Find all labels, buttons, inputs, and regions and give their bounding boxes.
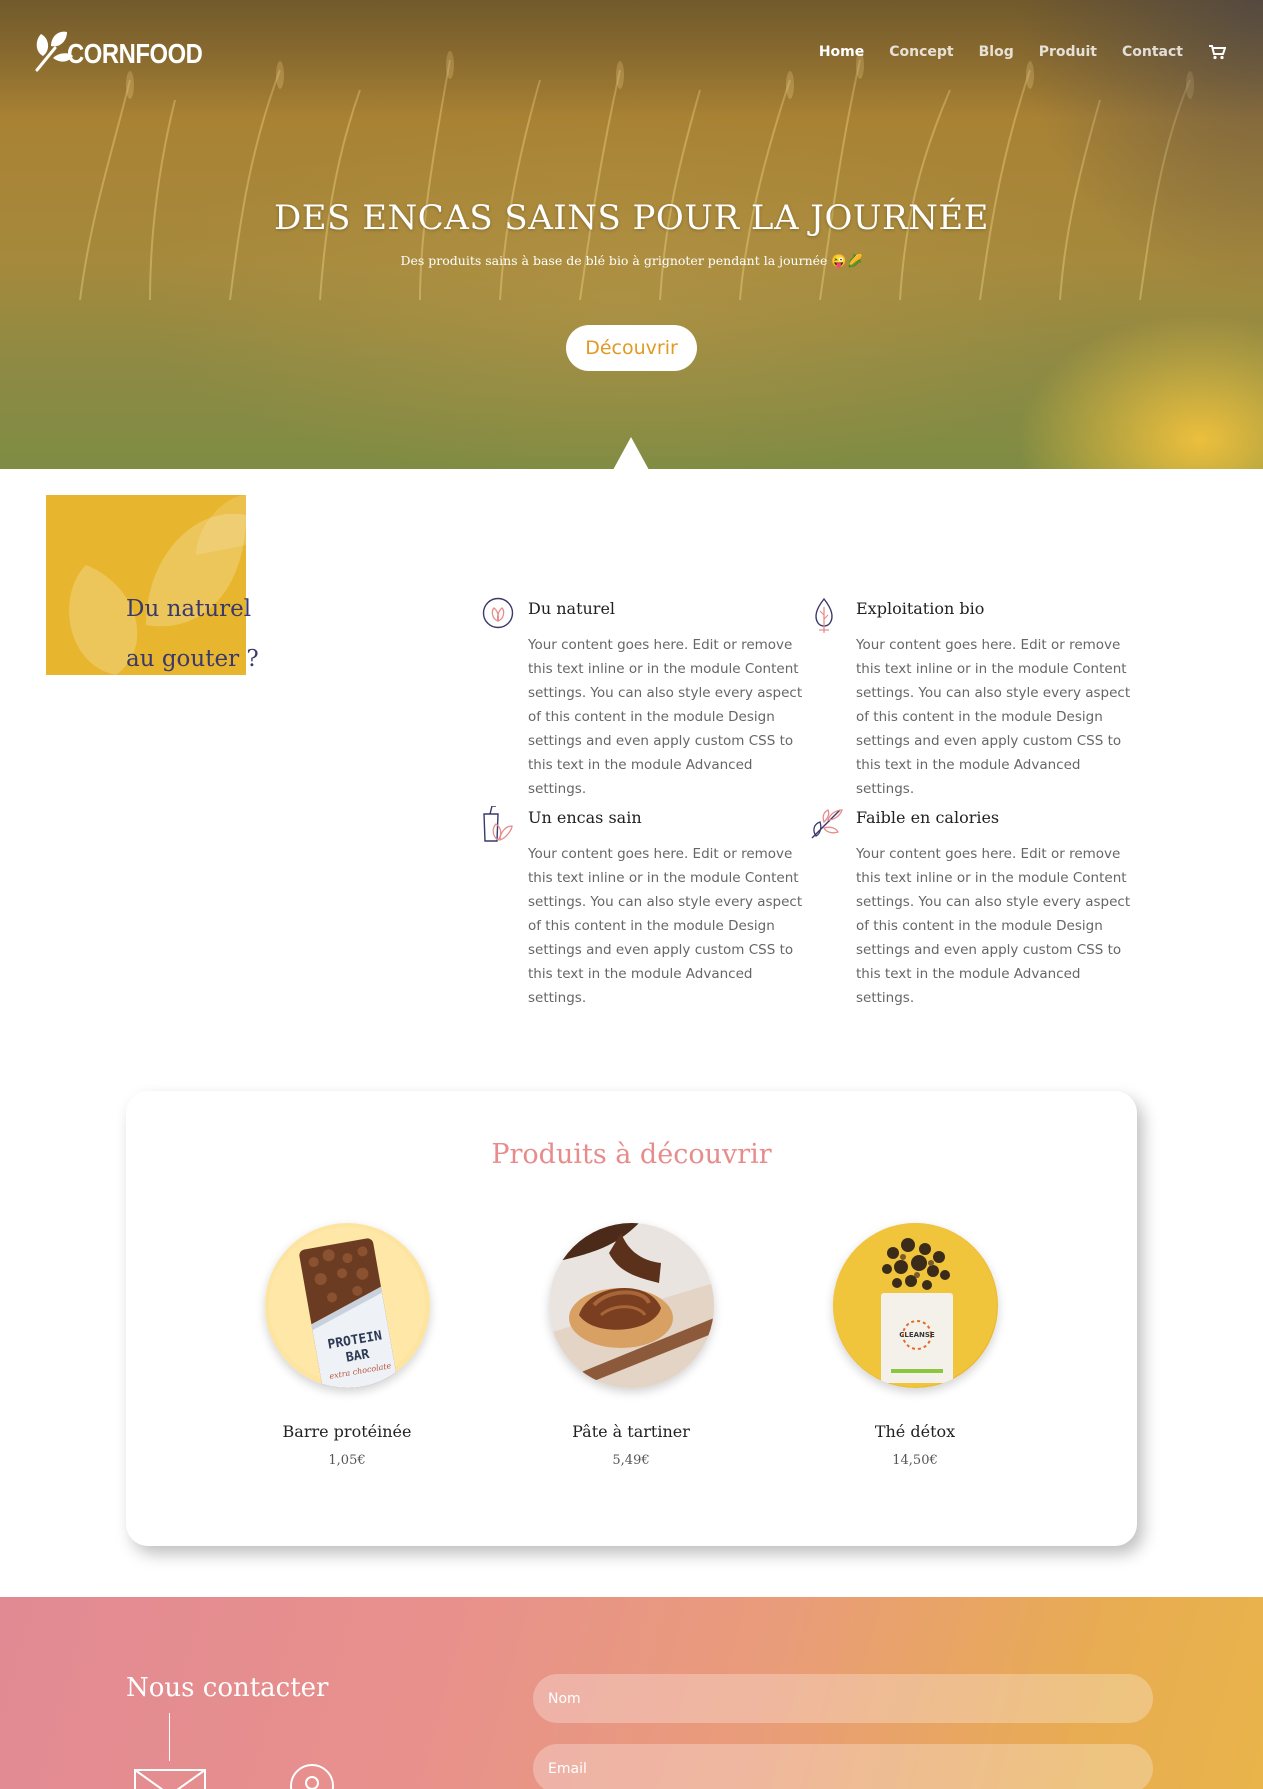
discover-button[interactable]: Découvrir: [566, 325, 697, 371]
drink-leaf-icon: [483, 806, 513, 842]
contact-divider-line: [169, 1713, 170, 1761]
nav-item-home[interactable]: Home: [819, 44, 864, 60]
cart-icon[interactable]: [1208, 44, 1226, 60]
feature-heading-line1: Du naturel: [126, 596, 252, 622]
main-nav: Home Concept Blog Produit Contact: [794, 44, 1226, 60]
location-pin-icon: [290, 1764, 334, 1789]
name-field[interactable]: Nom: [533, 1674, 1153, 1723]
contact-section: Nous contacter Nom Email: [0, 1597, 1263, 1789]
email-field[interactable]: Email: [533, 1744, 1153, 1789]
nav-item-produit[interactable]: Produit: [1039, 44, 1097, 60]
feature-heading: Du naturel au gouter ?: [126, 584, 259, 684]
product-price: 5,49€: [612, 1453, 650, 1468]
product-name[interactable]: Pâte à tartiner: [516, 1422, 746, 1441]
product-price: 14,50€: [892, 1453, 938, 1468]
mail-icon: [134, 1769, 206, 1789]
contact-title: Nous contacter: [126, 1673, 329, 1703]
hero-section: CORNFOOD Home Concept Blog Produit Conta…: [0, 0, 1263, 469]
pack-label: CLEANSE: [899, 1331, 935, 1339]
product-name[interactable]: Thé détox: [800, 1422, 1030, 1441]
feature-heading-line2: au gouter ?: [126, 646, 259, 672]
feature-title: Exploitation bio: [856, 599, 985, 618]
detox-tea-image[interactable]: CLEANSE: [832, 1223, 998, 1388]
logo[interactable]: CORNFOOD: [33, 24, 226, 74]
product-card[interactable]: CLEANSE Thé détox 14,50€: [800, 1223, 1030, 1468]
feature-title: Du naturel: [528, 599, 616, 618]
product-name[interactable]: Barre protéinée: [232, 1422, 462, 1441]
products-card: Produits à découvrir PROTEIN BAR extra c…: [126, 1091, 1137, 1546]
hero-subtitle: Des produits sains à base de blé bio à g…: [400, 253, 863, 268]
leaf-drop-icon: [815, 597, 833, 633]
leaf-circle-icon: [482, 597, 514, 629]
product-price: 1,05€: [328, 1453, 366, 1468]
product-card[interactable]: PROTEIN BAR extra chocolate Barre protéi…: [232, 1223, 462, 1468]
nav-item-blog[interactable]: Blog: [979, 44, 1014, 60]
feature-title: Un encas sain: [528, 808, 642, 827]
section-divider-arrow: [613, 437, 649, 469]
feature-text: Your content goes here. Edit or remove t…: [528, 846, 803, 1006]
nav-item-concept[interactable]: Concept: [889, 44, 953, 60]
product-card[interactable]: Pâte à tartiner 5,49€: [516, 1223, 746, 1468]
feature-text: Your content goes here. Edit or remove t…: [528, 637, 803, 797]
logo-text: CORNFOOD: [67, 38, 203, 69]
feature-text: Your content goes here. Edit or remove t…: [856, 637, 1131, 797]
feature-title: Faible en calories: [856, 808, 1000, 827]
chocolate-spread-image[interactable]: [548, 1223, 714, 1388]
nav-item-contact[interactable]: Contact: [1122, 44, 1183, 60]
products-title: Produits à découvrir: [491, 1139, 772, 1170]
branch-leaves-icon: [811, 809, 843, 839]
protein-bar-image[interactable]: PROTEIN BAR extra chocolate: [264, 1223, 430, 1388]
hero-title: DES ENCAS SAINS POUR LA JOURNÉE: [274, 198, 989, 238]
feature-text: Your content goes here. Edit or remove t…: [856, 846, 1131, 1006]
